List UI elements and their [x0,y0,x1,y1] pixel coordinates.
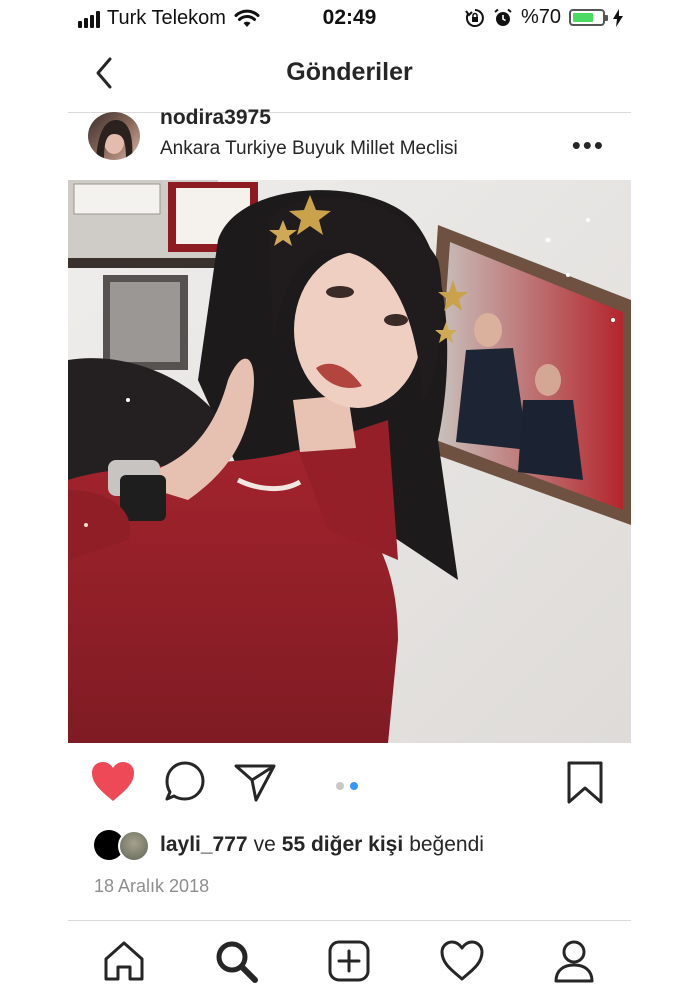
post-location[interactable]: Ankara Turkiye Buyuk Millet Meclisi [160,138,458,160]
author-username[interactable]: nodira3975 [160,106,271,130]
status-bar: Turk Telekom 02:49 %70 [68,0,631,38]
liker-username[interactable]: layli_777 [160,833,248,857]
likes-joiner: ve [253,833,276,856]
nav-bar: Gönderiler [68,38,631,113]
carousel-dot [336,782,344,790]
carousel-indicator [336,782,358,790]
bookmark-icon[interactable] [565,760,605,806]
likes-summary[interactable]: layli_777 ve 55 diğer kişi beğendi [94,828,484,862]
heart-icon[interactable] [90,760,136,804]
home-icon[interactable] [100,937,148,985]
liker-avatars [94,829,154,862]
status-right: %70 [465,6,623,29]
share-icon[interactable] [232,760,278,804]
app-frame: Turk Telekom 02:49 %70 Gönderiler nodira… [68,0,631,1000]
battery-icon [569,9,608,26]
post-header: nodira3975 Ankara Turkiye Buyuk Millet M… [68,106,631,178]
author-avatar[interactable] [88,112,140,160]
post-date: 18 Aralık 2018 [94,876,210,896]
tab-bar [68,920,631,1000]
search-icon[interactable] [212,937,260,985]
activity-heart-icon[interactable] [438,937,486,985]
profile-icon[interactable] [550,937,598,985]
charging-icon [613,8,623,27]
more-options-icon[interactable]: ••• [572,130,605,161]
liker-avatar [118,830,150,862]
comment-icon[interactable] [163,760,207,804]
page-title: Gönderiler [286,58,413,86]
post-photo[interactable] [68,180,631,743]
other-likes-count[interactable]: 55 diğer kişi [282,833,403,857]
post-actions [68,760,631,812]
alarm-icon [494,8,512,26]
likes-suffix: beğendi [409,833,484,856]
orientation-lock-icon [465,8,484,27]
carousel-dot-active [350,782,358,790]
battery-percent: %70 [520,6,561,28]
add-icon[interactable] [325,937,373,985]
